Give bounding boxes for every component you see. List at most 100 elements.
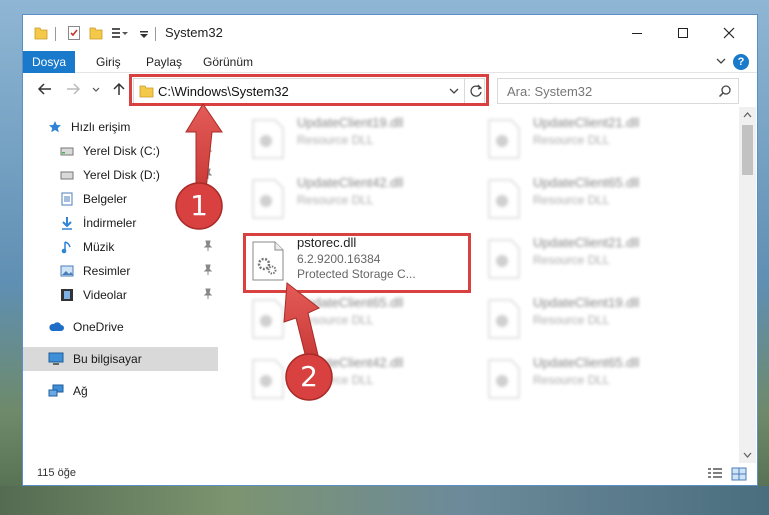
sidebar-item-pictures[interactable]: Resimler xyxy=(23,259,218,283)
computer-icon xyxy=(48,352,64,365)
downloads-icon xyxy=(62,217,72,230)
file-name: UpdateClient21.dll xyxy=(533,115,640,130)
search-box[interactable]: Ara: System32 xyxy=(497,78,739,104)
address-separator xyxy=(464,79,465,103)
minimize-button[interactable] xyxy=(614,15,660,51)
file-type: Resource DLL xyxy=(533,373,610,387)
tab-view[interactable]: Görünüm xyxy=(203,51,253,73)
help-button[interactable]: ? xyxy=(733,54,749,70)
pin-icon[interactable] xyxy=(203,264,213,276)
new-folder-icon[interactable] xyxy=(89,25,103,41)
search-icon[interactable] xyxy=(718,84,732,98)
sidebar-item-label: Resimler xyxy=(83,264,131,278)
dll-file-icon xyxy=(488,239,520,279)
network-icon xyxy=(48,384,64,397)
sidebar-item-label: Yerel Disk (D:) xyxy=(83,168,160,182)
file-name: UpdateClient65.dll xyxy=(533,175,640,190)
customize-toolbar-icon[interactable] xyxy=(111,25,129,41)
file-item[interactable]: UpdateClient65.dll Resource DLL xyxy=(481,351,711,407)
file-item[interactable]: UpdateClient42.dll Resource DLL xyxy=(245,351,475,407)
folder-icon xyxy=(139,85,154,98)
sidebar-item-label: Belgeler xyxy=(83,192,128,206)
sidebar-item-videos[interactable]: Videolar xyxy=(23,283,218,307)
file-name: UpdateClient65.dll xyxy=(297,295,404,310)
file-item[interactable]: UpdateClient19.dll Resource DLL xyxy=(245,111,475,167)
ribbon-tabs: Dosya Giriş Paylaş Görünüm ? xyxy=(23,51,757,73)
dll-file-icon xyxy=(488,299,520,339)
back-arrow-icon[interactable] xyxy=(37,81,53,97)
sidebar-item-onedrive[interactable]: OneDrive xyxy=(23,315,218,339)
details-view-icon[interactable] xyxy=(707,467,723,481)
maximize-icon xyxy=(678,28,688,38)
file-item[interactable]: UpdateClient21.dll Resource DLL xyxy=(481,231,711,287)
status-bar: 115 öğe xyxy=(23,463,757,485)
file-name: UpdateClient19.dll xyxy=(297,115,404,130)
sidebar-item-music[interactable]: Müzik xyxy=(23,235,218,259)
sidebar-item-this-pc[interactable]: Bu bilgisayar xyxy=(23,347,218,371)
dll-file-icon xyxy=(488,359,520,399)
star-icon xyxy=(49,121,61,133)
maximize-button[interactable] xyxy=(660,15,706,51)
documents-icon xyxy=(61,192,73,206)
pin-icon[interactable] xyxy=(203,288,213,300)
vertical-scrollbar[interactable] xyxy=(739,107,756,463)
sidebar-item-label: Müzik xyxy=(83,240,115,254)
dll-file-icon xyxy=(488,179,520,219)
close-button[interactable] xyxy=(706,15,752,51)
toolbar-separator xyxy=(155,27,156,41)
scroll-up-icon[interactable] xyxy=(743,111,752,119)
expand-ribbon-icon[interactable] xyxy=(715,53,727,69)
file-name: UpdateClient21.dll xyxy=(533,235,640,250)
sidebar-item-quick-access[interactable]: Hızlı erişim xyxy=(23,115,218,139)
title-bar: System32 xyxy=(23,15,757,51)
refresh-icon[interactable] xyxy=(469,84,483,98)
drive-icon xyxy=(60,147,74,156)
file-type: Resource DLL xyxy=(533,133,610,147)
drive-icon xyxy=(60,171,74,180)
pictures-icon xyxy=(60,265,74,277)
address-path: C:\Windows\System32 xyxy=(158,84,289,99)
desktop-wallpaper xyxy=(0,486,769,515)
dll-file-icon xyxy=(252,359,284,399)
sidebar-item-local-disk-d[interactable]: Yerel Disk (D:) xyxy=(23,163,218,187)
file-name: UpdateClient42.dll xyxy=(297,175,404,190)
pin-icon[interactable] xyxy=(203,240,213,252)
file-name: UpdateClient65.dll xyxy=(533,355,640,370)
music-icon xyxy=(61,241,71,254)
file-type: Resource DLL xyxy=(297,313,374,327)
properties-icon[interactable] xyxy=(67,25,81,41)
tab-file[interactable]: Dosya xyxy=(23,51,75,73)
file-name: UpdateClient19.dll xyxy=(533,295,640,310)
file-item[interactable]: UpdateClient65.dll Resource DLL xyxy=(481,171,711,227)
file-item[interactable]: UpdateClient42.dll Resource DLL xyxy=(245,171,475,227)
minimize-icon xyxy=(632,33,642,34)
toolbar-separator xyxy=(55,27,56,41)
sidebar-item-label: Ağ xyxy=(73,384,88,398)
recent-locations-icon[interactable] xyxy=(91,81,101,97)
file-item[interactable]: UpdateClient65.dll Resource DLL xyxy=(245,291,475,347)
item-count: 115 öğe xyxy=(37,467,76,479)
quick-access-dropdown-icon[interactable] xyxy=(139,25,149,41)
navigation-bar: C:\Windows\System32 Ara: System32 xyxy=(23,73,757,107)
scroll-down-icon[interactable] xyxy=(743,451,752,459)
dll-file-icon xyxy=(488,119,520,159)
tab-share[interactable]: Paylaş xyxy=(146,51,182,73)
sidebar-item-network[interactable]: Ağ xyxy=(23,379,218,403)
sidebar-item-label: OneDrive xyxy=(73,320,124,334)
address-dropdown-icon[interactable] xyxy=(448,85,460,97)
videos-icon xyxy=(61,289,73,301)
file-item[interactable]: UpdateClient21.dll Resource DLL xyxy=(481,111,711,167)
navigation-pane: Hızlı erişim Yerel Disk (C:) Yerel Disk … xyxy=(23,107,218,463)
address-bar[interactable]: C:\Windows\System32 xyxy=(133,78,485,104)
file-item[interactable]: UpdateClient19.dll Resource DLL xyxy=(481,291,711,347)
sidebar-item-label: Bu bilgisayar xyxy=(73,352,142,366)
pin-icon[interactable] xyxy=(203,144,213,156)
tab-home[interactable]: Giriş xyxy=(96,51,121,73)
search-input[interactable]: Ara: System32 xyxy=(507,84,592,99)
scrollbar-thumb[interactable] xyxy=(742,125,753,175)
forward-arrow-icon[interactable] xyxy=(65,81,81,97)
sidebar-item-local-disk-c[interactable]: Yerel Disk (C:) xyxy=(23,139,218,163)
pin-icon[interactable] xyxy=(203,168,213,180)
up-arrow-icon[interactable] xyxy=(111,81,127,97)
large-icons-view-icon[interactable] xyxy=(731,467,747,481)
